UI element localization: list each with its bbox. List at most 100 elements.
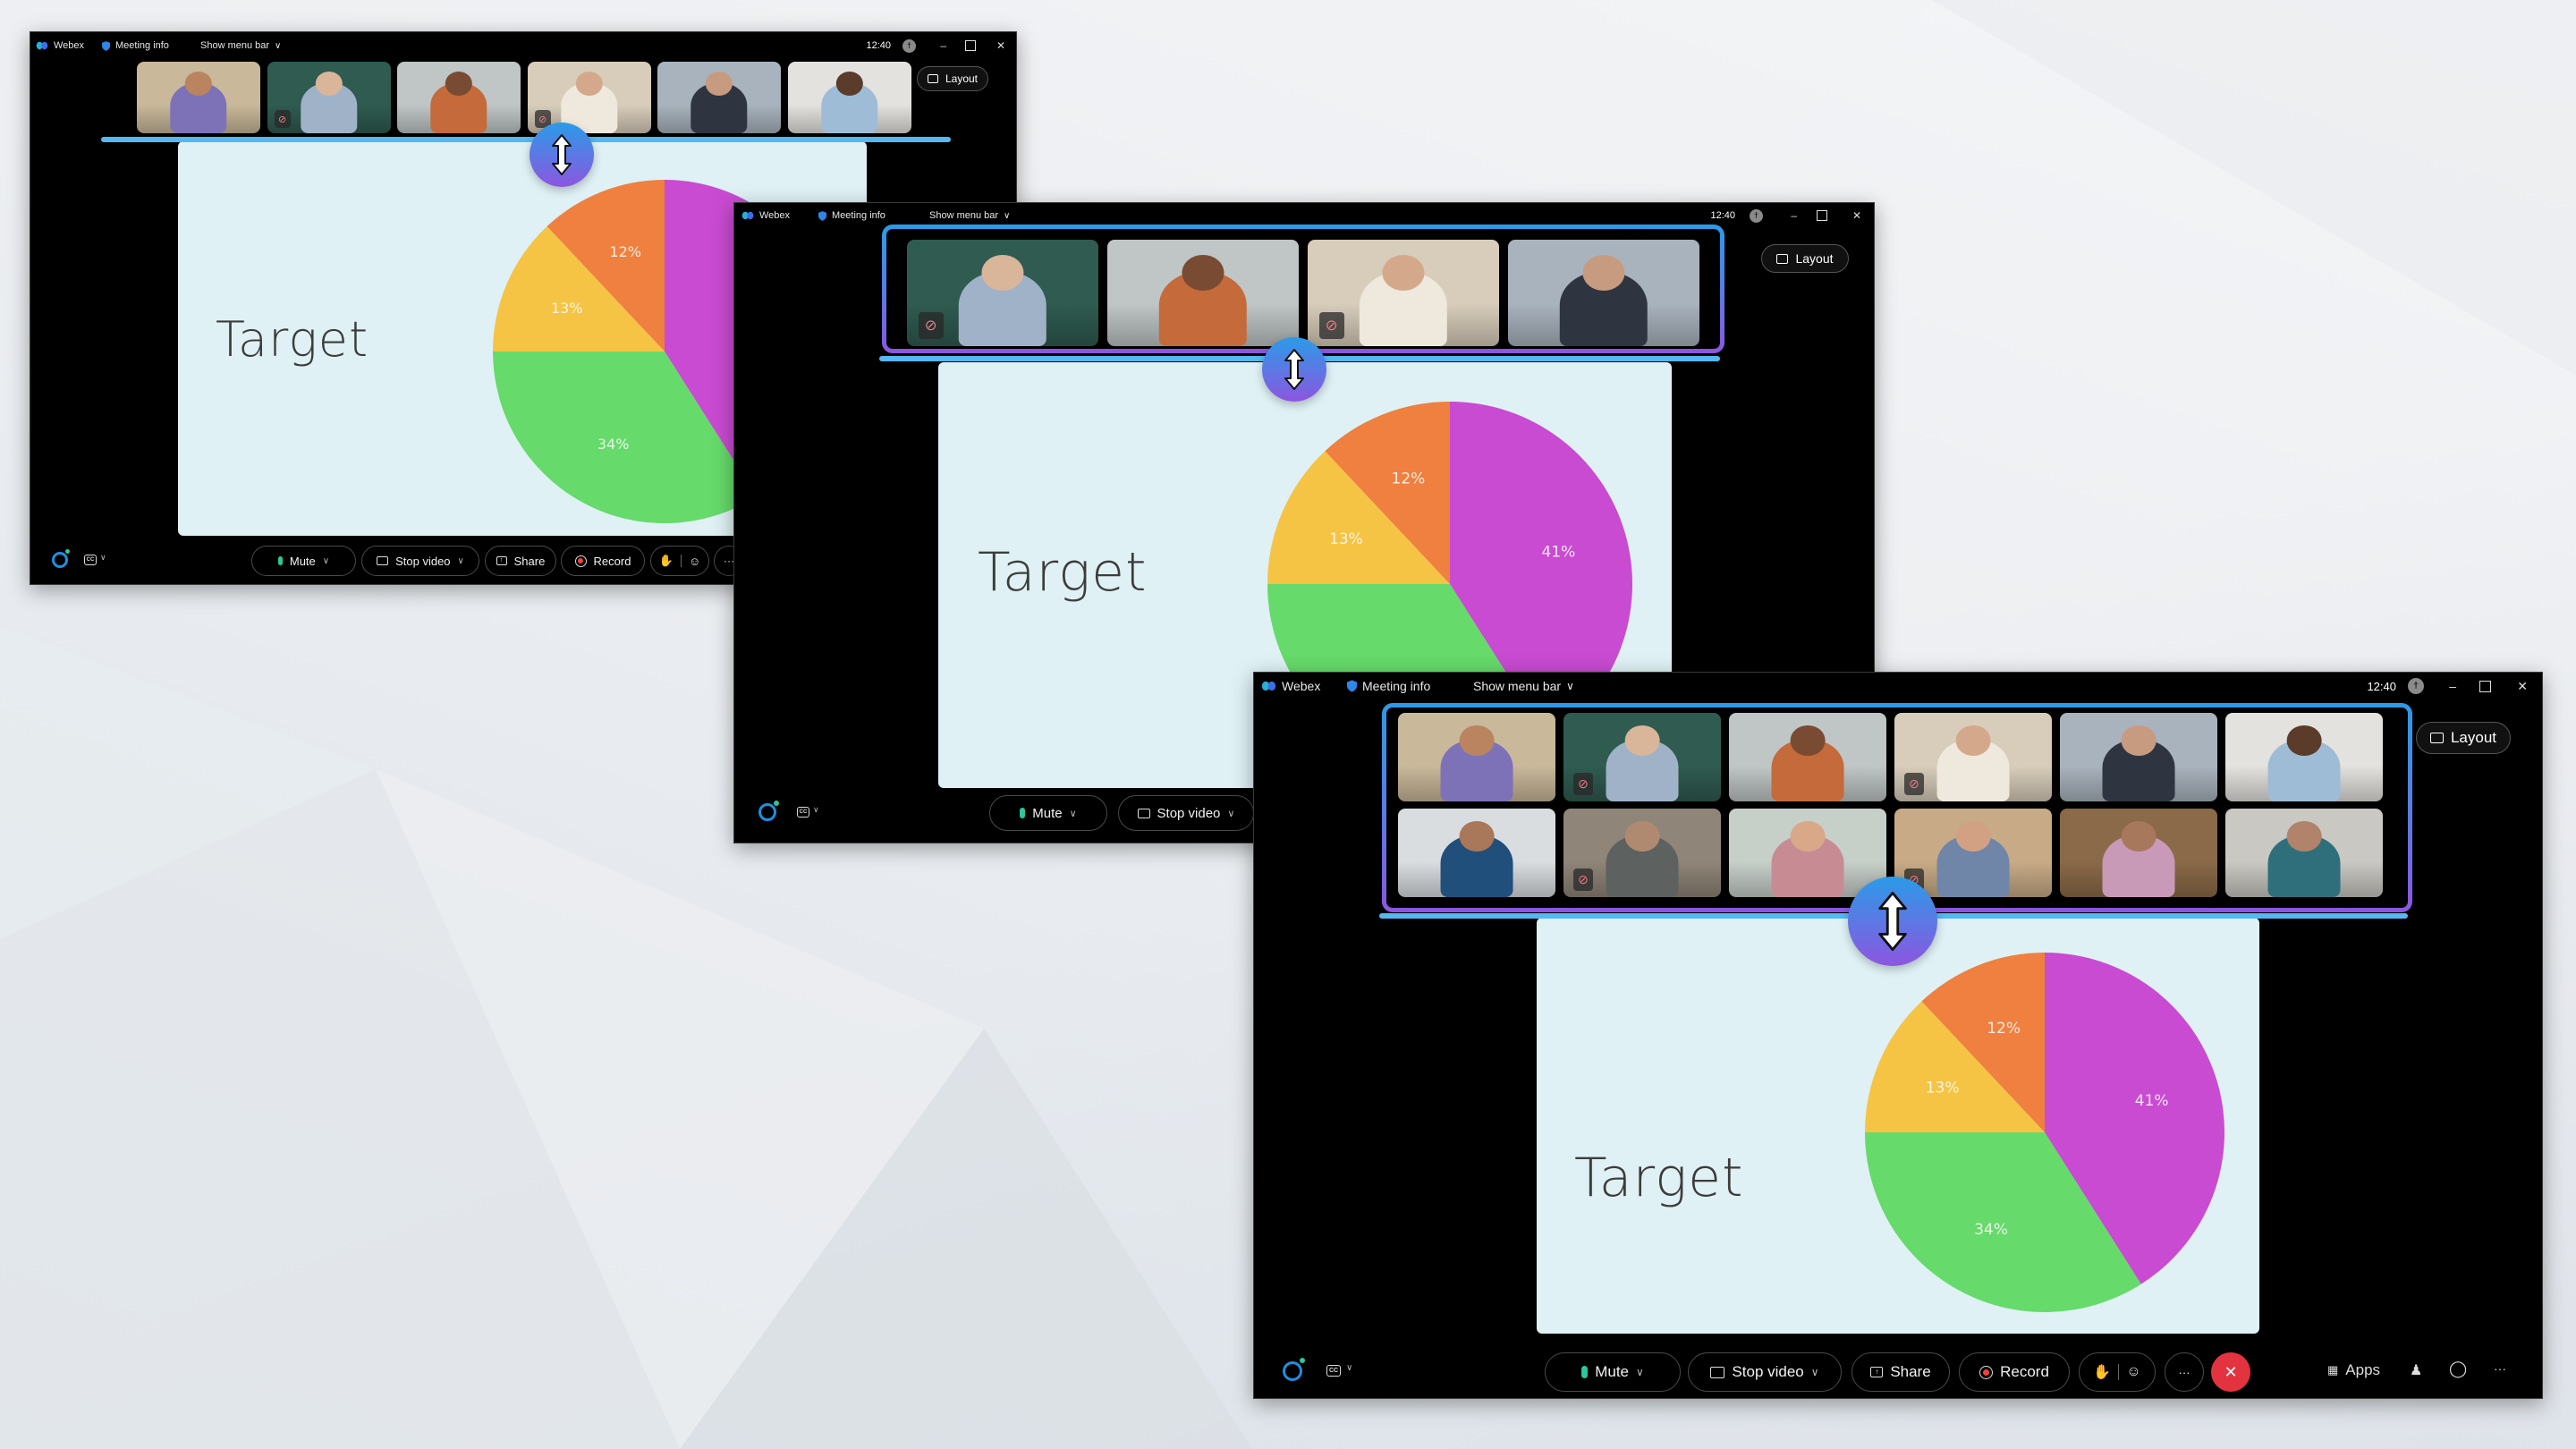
resize-handle[interactable] [530, 123, 594, 187]
share-icon: ↑ [1870, 1367, 1884, 1377]
participant-video-tile[interactable]: ⊘ [1563, 713, 1721, 801]
chevron-down-icon[interactable]: ∨ [100, 553, 106, 563]
show-menu-bar-button[interactable]: Show menu bar ∨ [1473, 679, 1574, 693]
mute-button[interactable]: Mute ∨ [251, 546, 356, 576]
layout-button[interactable]: Layout [917, 66, 988, 91]
meeting-info-button[interactable]: Meeting info [1347, 679, 1430, 693]
show-menu-bar-button[interactable]: Show menu bar ∨ [929, 210, 1010, 221]
pie-slice-label: 12% [609, 243, 641, 260]
chevron-down-icon: ∨ [1566, 680, 1574, 692]
reactions-button[interactable]: ✋ ☺ [650, 546, 709, 576]
participant-head [1459, 724, 1495, 756]
filmstrip-resize-bar[interactable] [101, 137, 951, 142]
ai-assistant-icon[interactable] [1283, 1361, 1302, 1381]
shared-slide: Target 41% 34% 13% 12% [1537, 918, 2259, 1334]
participant-video-tile[interactable]: ⊘ [527, 62, 651, 133]
participant-video-tile[interactable] [1398, 713, 1555, 801]
participant-video-tile[interactable] [2060, 809, 2217, 897]
close-button[interactable]: ✕ [2517, 679, 2528, 694]
participant-video-tile[interactable] [137, 62, 260, 133]
maximize-button[interactable] [2479, 680, 2491, 692]
resize-handle[interactable] [1262, 337, 1326, 402]
share-button[interactable]: ↑ Share [1852, 1352, 1950, 1392]
resize-vertical-icon [552, 134, 572, 175]
share-button[interactable]: ↑ Share [485, 546, 556, 576]
minimize-button[interactable]: – [940, 39, 946, 52]
participant-video-tile[interactable] [397, 62, 521, 133]
participant-video-tile[interactable]: ⊘ [1563, 809, 1721, 897]
stop-video-button[interactable]: Stop video ∨ [1118, 795, 1254, 831]
participant-video-tile[interactable] [1398, 809, 1555, 897]
webex-logo-icon [741, 211, 754, 220]
chevron-down-icon[interactable]: ∨ [813, 805, 819, 815]
pie-chart: 41% 34% 13% 12% [1865, 953, 2224, 1312]
avatar[interactable]: ϯ [2408, 678, 2424, 694]
title-bar: Webex Meeting info Show menu bar ∨ 12:40… [30, 32, 1016, 59]
chevron-down-icon: ∨ [1004, 210, 1011, 221]
meeting-info-button[interactable]: Meeting info [818, 210, 886, 221]
muted-microphone-icon: ⊘ [1318, 311, 1344, 339]
avatar[interactable]: ϯ [1750, 208, 1763, 223]
record-button[interactable]: Record [1959, 1352, 2070, 1392]
show-menu-bar-label: Show menu bar [929, 210, 999, 221]
participant-video-tile[interactable] [1729, 713, 1886, 801]
participant-head [1624, 724, 1660, 756]
stop-video-button[interactable]: Stop video ∨ [361, 546, 479, 576]
participant-video-tile[interactable] [2225, 809, 2383, 897]
time-label: 12:40 [866, 40, 891, 51]
overflow-menu-button[interactable]: ··· [2494, 1361, 2506, 1376]
minimize-button[interactable]: – [1791, 209, 1797, 222]
participant-video-tile[interactable] [1508, 240, 1699, 346]
apps-button[interactable]: ▦ Apps [2327, 1361, 2380, 1379]
close-button[interactable]: ✕ [1852, 209, 1861, 222]
participants-icon: ♟ [2410, 1363, 2423, 1378]
muted-microphone-icon: ⊘ [918, 311, 944, 339]
participant-video-tile[interactable]: ⊘ [1894, 713, 2052, 801]
chevron-down-icon[interactable]: ∨ [1346, 1363, 1352, 1373]
webex-app-label: Webex [1261, 679, 1320, 693]
layout-label: Layout [1795, 251, 1834, 266]
mute-label: Mute [289, 554, 316, 568]
share-label: Share [513, 554, 546, 568]
layout-button[interactable]: Layout [1761, 244, 1849, 273]
avatar[interactable]: ϯ [902, 38, 916, 53]
ai-assistant-icon[interactable] [758, 803, 776, 821]
end-call-button[interactable]: ✕ [2211, 1352, 2250, 1392]
more-options-button[interactable]: ··· [2165, 1352, 2204, 1392]
meeting-info-label: Meeting info [832, 210, 886, 221]
participant-video-tile[interactable] [1107, 240, 1299, 346]
participant-video-tile[interactable]: ⊘ [1308, 240, 1499, 346]
stop-video-button[interactable]: Stop video ∨ [1688, 1352, 1842, 1392]
chevron-down-icon: ∨ [1810, 1366, 1819, 1378]
maximize-button[interactable] [965, 40, 976, 51]
closed-captions-icon[interactable]: CC [1326, 1365, 1341, 1377]
participant-video-tile[interactable] [787, 62, 911, 133]
record-button[interactable]: Record [561, 546, 645, 576]
maximize-button[interactable] [1817, 210, 1827, 221]
chat-button[interactable]: ◯ [2449, 1360, 2467, 1378]
stop-video-label: Stop video [1732, 1363, 1804, 1380]
minimize-button[interactable]: – [2449, 679, 2456, 693]
closed-captions-icon[interactable]: CC [84, 555, 97, 565]
close-button[interactable]: ✕ [996, 39, 1005, 52]
participant-video-tile[interactable]: ⊘ [267, 62, 391, 133]
camera-icon [377, 556, 389, 565]
show-menu-bar-button[interactable]: Show menu bar ∨ [200, 40, 281, 51]
closed-captions-icon[interactable]: CC [797, 807, 809, 818]
layout-button[interactable]: Layout [2416, 722, 2511, 754]
resize-handle[interactable] [1848, 877, 1937, 966]
participants-button[interactable]: ♟ [2410, 1361, 2422, 1379]
webex-app-label: Webex [36, 40, 84, 51]
mute-button[interactable]: Mute ∨ [989, 795, 1107, 831]
participant-video-tile[interactable] [657, 62, 781, 133]
time-label: 12:40 [2367, 679, 2396, 693]
ai-assistant-icon[interactable] [52, 552, 68, 568]
mute-button[interactable]: Mute ∨ [1545, 1352, 1681, 1392]
apps-icon: ▦ [2327, 1363, 2339, 1377]
participant-video-tile[interactable]: ⊘ [907, 240, 1098, 346]
meeting-info-button[interactable]: Meeting info [102, 40, 169, 51]
resize-vertical-icon [1878, 891, 1907, 952]
participant-video-tile[interactable] [2225, 713, 2383, 801]
reactions-button[interactable]: ✋ ☺ [2079, 1352, 2156, 1392]
participant-video-tile[interactable] [2060, 713, 2217, 801]
